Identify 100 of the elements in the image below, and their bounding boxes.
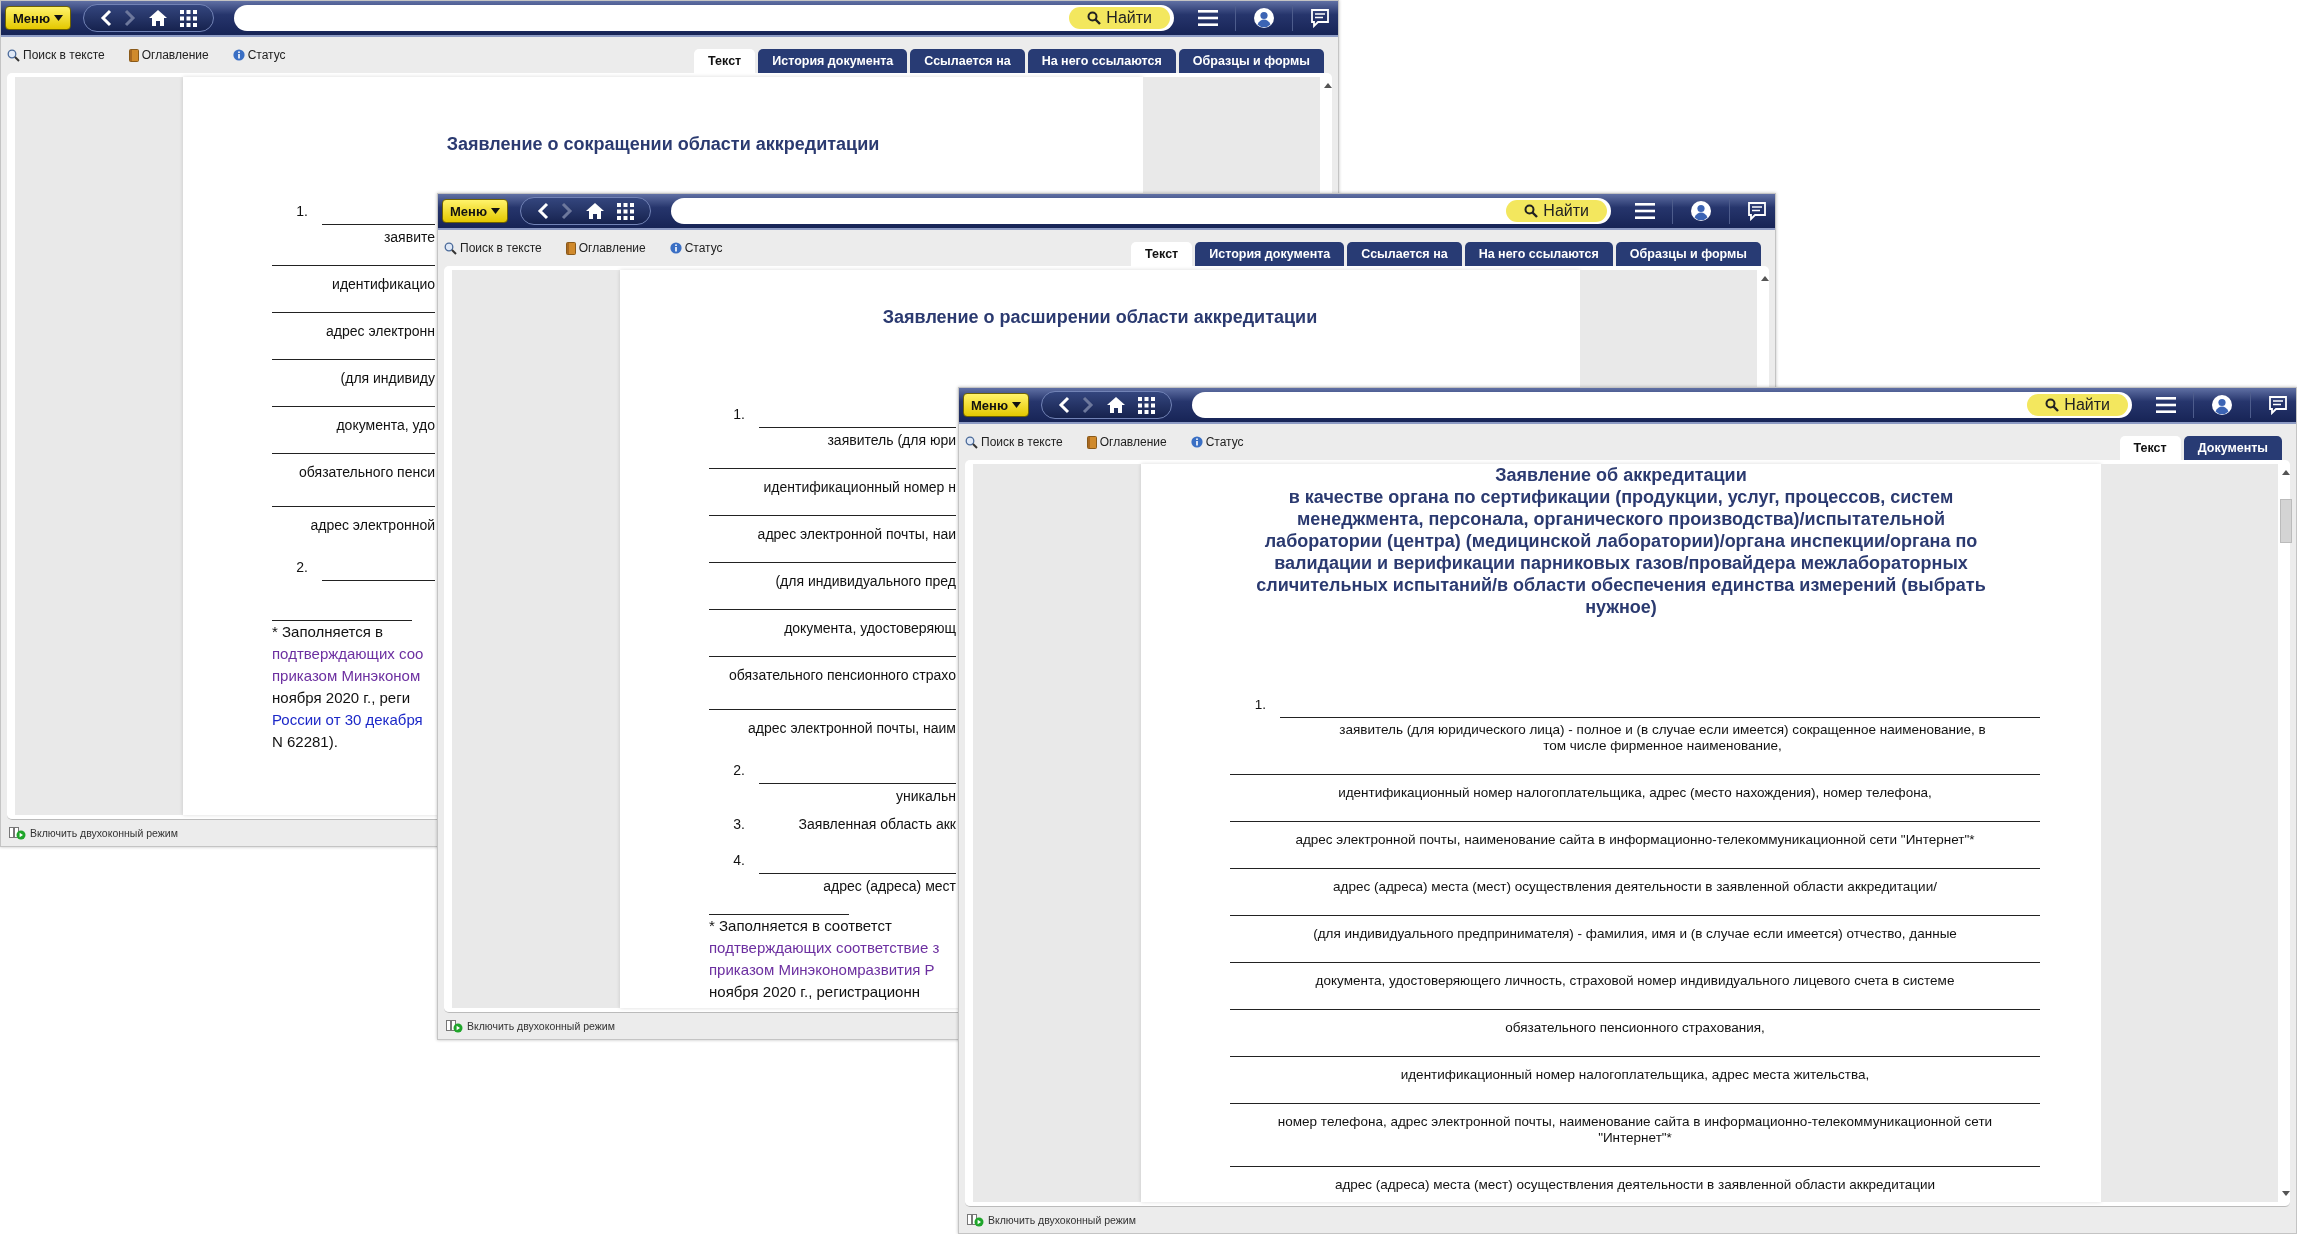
item-number: 1. [732,406,746,422]
toolbar-link[interactable]: Оглавление [128,48,209,62]
search-field[interactable]: Найти [671,198,1611,224]
menu-button[interactable]: Меню [442,199,508,223]
tab[interactable]: Ссылается на [1347,242,1462,266]
item-number: 2. [295,559,309,575]
tab[interactable]: Образцы и формы [1178,49,1324,73]
tab[interactable]: На него ссылаются [1464,242,1613,266]
tab[interactable]: Текст [2119,436,2181,460]
tab[interactable]: История документа [758,49,908,73]
scroll-up-icon[interactable] [1324,83,1332,88]
footnote-link[interactable]: приказом Минэкономразвития Р [709,959,956,981]
field-caption: документа, удостоверяющ [783,619,956,636]
toolbar-link[interactable]: Статус [232,48,286,62]
magnifier-icon [965,435,978,449]
message-icon[interactable] [1310,8,1330,28]
dual-window-toggle[interactable]: Включить двухоконный режим [446,1019,615,1033]
field-caption: документа, удо [335,416,435,433]
field-caption: обязательного пенсионного страхования, [1504,1019,1766,1036]
field-caption: обязательного пенсионного страхо [727,666,956,683]
back-icon[interactable] [1058,396,1070,414]
toolbar-link[interactable]: Поиск в тексте [965,435,1063,449]
tab[interactable]: Текст [694,49,756,73]
item-number: 1. [1253,697,1267,712]
footnote-link[interactable]: подтверждающих соо [272,643,435,665]
search-field[interactable]: Найти [234,5,1174,31]
grid-icon[interactable] [180,9,197,27]
dual-window-icon [9,826,26,840]
search-button[interactable]: Найти [1069,7,1170,29]
dual-window-toggle[interactable]: Включить двухоконный режим [967,1213,1136,1227]
menu-icon[interactable] [1198,10,1218,26]
home-icon[interactable] [1106,396,1126,414]
document-title: Заявление о сокращении области аккредитации [445,133,881,155]
caret-icon [491,208,500,214]
tab[interactable]: На него ссылаются [1027,49,1176,73]
home-icon[interactable] [585,202,605,220]
item-number: 3. [732,816,746,832]
field-caption: заявитель (для юридического лица) - полное и (в случае если имеется) сокращенное наименование, в том числе фирменное наименование, [1338,721,1987,754]
tab[interactable]: Текст [1131,242,1193,266]
dual-window-toggle[interactable]: Включить двухоконный режим [9,826,178,840]
back-icon[interactable] [537,202,549,220]
home-icon[interactable] [148,9,168,27]
menu-button[interactable]: Меню [5,6,71,30]
tab[interactable]: Образцы и формы [1615,242,1761,266]
tab[interactable]: Ссылается на [910,49,1025,73]
menu-button[interactable]: Меню [963,393,1029,417]
user-icon[interactable] [1690,200,1712,222]
footnote-line: ноября 2020 г., реги [272,688,412,708]
footnote-link[interactable]: России от 30 декабря [272,709,435,731]
field-caption: идентификационный номер налогоплательщика, адрес места жительства, [1399,1066,1871,1083]
field-caption: адрес (адреса) места (мест) осуществления деятельности в заявленной области аккредитации [1333,1176,1937,1193]
toolbar-link[interactable]: Оглавление [1086,435,1167,449]
tab[interactable]: История документа [1195,242,1345,266]
grid-icon[interactable] [617,202,634,220]
toolbar-link[interactable]: Статус [1190,435,1244,449]
info-icon [232,49,245,61]
toolbar-link[interactable]: Поиск в тексте [7,48,105,62]
field-caption: адрес электронной почты, наи [756,525,956,542]
menu-icon[interactable] [1635,203,1655,219]
field-caption: адрес электронн [325,322,435,339]
user-icon[interactable] [1253,7,1275,29]
tab[interactable]: Документы [2183,436,2282,460]
field-caption: обязательного пенси [298,463,435,480]
forward-icon[interactable] [561,202,573,220]
menu-icon[interactable] [2156,397,2176,413]
search-field[interactable]: Найти [1192,392,2132,418]
field-caption: идентификационный номер н [762,478,956,495]
footnote-line: * Заполняется в соответст [709,916,893,936]
field-caption: заявите [382,228,435,245]
grid-icon[interactable] [1138,396,1155,414]
scroll-up-icon[interactable] [1761,276,1769,281]
footnote-line: * Заполняется в [272,622,384,642]
back-icon[interactable] [100,9,112,27]
scroll-up-icon[interactable] [2282,470,2290,475]
magnifier-icon [444,241,457,255]
field-caption: номер телефона, адрес электронной почты, наименование сайта в информационно-телекоммуникационной сети "Интернет"* [1276,1113,1994,1146]
forward-icon[interactable] [124,9,136,27]
item-number: 1. [295,203,309,219]
message-icon[interactable] [2268,395,2288,415]
field-caption: (для индивидуального предпринимателя) - фамилия, имя и (в случае если имеется) отчество, данные [1312,925,1958,942]
book-icon [1086,435,1097,449]
search-button[interactable]: Найти [1506,200,1607,222]
scroll-thumb[interactable] [2280,499,2292,543]
item-text: Заявленная область акк [797,816,956,832]
scroll-down-icon[interactable] [2282,1191,2290,1196]
footnote-link[interactable]: подтверждающих соответствие з [709,937,956,959]
user-icon[interactable] [2211,394,2233,416]
field-caption: адрес электронной почты, наименование сайта в информационно-телекоммуникационной сети "Интернет"* [1294,831,1976,848]
item-number: 2. [732,762,746,778]
toolbar-link[interactable]: Поиск в тексте [444,241,542,255]
message-icon[interactable] [1747,201,1767,221]
book-icon [565,241,576,255]
footnote-link[interactable]: приказом Минэконом [272,665,435,687]
toolbar-link[interactable]: Оглавление [565,241,646,255]
toolbar-link[interactable]: Статус [669,241,723,255]
search-button[interactable]: Найти [2027,394,2128,416]
forward-icon[interactable] [1082,396,1094,414]
search-icon [1087,11,1102,25]
field-caption: адрес (адреса) мест [822,877,956,894]
caret-icon [54,15,63,21]
